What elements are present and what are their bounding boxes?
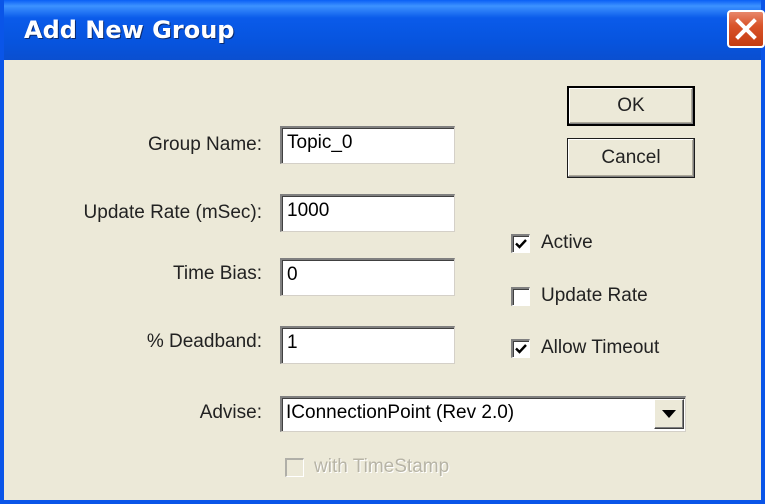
check-icon bbox=[515, 239, 527, 249]
allow-timeout-checkbox[interactable] bbox=[511, 339, 530, 358]
allow-timeout-label: Allow Timeout bbox=[541, 337, 660, 358]
deadband-input[interactable]: 1 bbox=[280, 326, 455, 364]
title-bar[interactable]: Add New Group bbox=[4, 0, 765, 60]
group-name-label: Group Name: bbox=[147, 134, 262, 155]
check-icon bbox=[515, 344, 527, 354]
active-label: Active bbox=[541, 232, 593, 253]
window-title: Add New Group bbox=[24, 16, 235, 44]
update-rate-label: Update Rate (mSec): bbox=[83, 202, 262, 223]
update-rate-checkbox[interactable] bbox=[511, 287, 530, 306]
advise-select-value: IConnectionPoint (Rev 2.0) bbox=[286, 402, 515, 423]
close-button[interactable] bbox=[727, 10, 765, 48]
update-rate-input[interactable]: 1000 bbox=[280, 194, 455, 232]
active-checkbox[interactable] bbox=[511, 234, 530, 253]
add-new-group-dialog: Add New Group Group Name: Update Rate (m… bbox=[0, 0, 765, 504]
advise-dropdown-button[interactable] bbox=[654, 399, 684, 429]
time-bias-input[interactable]: 0 bbox=[280, 258, 455, 296]
update-rate-checkbox-label: Update Rate bbox=[541, 285, 648, 306]
group-name-input[interactable]: Topic_0 bbox=[280, 126, 455, 164]
cancel-button[interactable]: Cancel bbox=[567, 138, 695, 178]
advise-label: Advise: bbox=[199, 402, 262, 423]
time-bias-label: Time Bias: bbox=[172, 263, 262, 284]
deadband-label: % Deadband: bbox=[146, 331, 262, 352]
advise-select[interactable]: IConnectionPoint (Rev 2.0) bbox=[280, 396, 686, 432]
with-timestamp-label: with TimeStamp bbox=[314, 456, 450, 477]
ok-button[interactable]: OK bbox=[567, 86, 695, 126]
chevron-down-icon bbox=[662, 410, 676, 418]
close-icon bbox=[735, 18, 757, 40]
with-timestamp-checkbox bbox=[285, 458, 304, 477]
